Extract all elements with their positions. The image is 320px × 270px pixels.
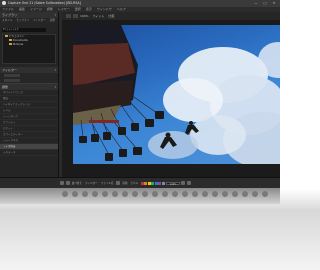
window-controls: — □ ✕	[252, 0, 278, 7]
adjust-header-label: 調整	[2, 85, 9, 89]
menu-layer[interactable]: レイヤー	[58, 7, 70, 11]
grid-view-icon[interactable]	[66, 14, 71, 18]
filter-search-input[interactable]	[4, 73, 20, 77]
rating-label: 評価	[122, 182, 128, 185]
folder-icon	[5, 35, 8, 37]
zoom-field[interactable]: 100%	[166, 181, 181, 186]
chevron-down-icon[interactable]: ▾	[54, 84, 56, 90]
photo-swing-ride	[73, 25, 280, 164]
filters-header-label: フィルター	[2, 68, 17, 72]
tab-adjust[interactable]: 調整	[50, 19, 55, 22]
menu-file[interactable]: ファイル	[2, 7, 14, 11]
rating-icon[interactable]	[116, 181, 121, 185]
settings-gear-icon[interactable]	[181, 181, 186, 185]
tab-filters[interactable]: フィルター	[33, 19, 46, 22]
library-header-label: ライブラリ	[2, 13, 18, 17]
sort-label[interactable]: 並べ替え	[72, 182, 82, 185]
application-window: Capture One 21 (Sabre Sulfonation) [BD-R…	[0, 0, 280, 188]
maximize-button[interactable]: □	[261, 0, 269, 7]
folder-label: Documents	[13, 39, 28, 42]
filter-label[interactable]: フィルター	[85, 182, 98, 185]
title-bar: Capture One 21 (Sabre Sulfonation) [BD-R…	[0, 0, 280, 7]
folder-browser: ドキュメント Documents Pictures	[2, 34, 56, 64]
color-chip[interactable]	[161, 181, 165, 185]
window-title: Capture One 21 (Sabre Sulfonation) [BD-R…	[8, 1, 81, 5]
folder-item[interactable]: Pictures	[3, 43, 55, 47]
image-viewer[interactable]	[62, 20, 280, 177]
zoom-100-button[interactable]: 100%	[80, 12, 89, 20]
menu-window[interactable]: ウィンドウ	[97, 7, 112, 11]
chevron-down-icon[interactable]: ▾	[54, 12, 56, 18]
folder-label: ドキュメント	[9, 35, 25, 38]
adjustment-list-item[interactable]: メタデータ	[0, 150, 58, 156]
left-status-bar	[0, 177, 58, 188]
folder-icon	[9, 43, 12, 45]
compare-button[interactable]: 比較	[108, 12, 114, 20]
fullscreen-icon[interactable]	[186, 181, 191, 185]
viewer-toolbar: 100% フィット 比較	[62, 12, 280, 20]
color-label-label: ラベル	[130, 182, 139, 185]
folder-path-field[interactable]: E:\フォト\スケ	[2, 28, 46, 32]
adjust-panel-header[interactable]: 調整 ▾	[0, 84, 58, 90]
minimize-button[interactable]: —	[252, 0, 260, 7]
single-view-icon[interactable]	[72, 14, 78, 18]
menu-select[interactable]: 選択	[75, 7, 81, 11]
browser-toolbar: 並べ替え フィルター ファイル名 評価 ラベル 100%	[58, 177, 280, 188]
library-tool-tabs: スタイル ライブラリ フィルター 調整	[0, 18, 58, 23]
tab-library[interactable]: ライブラリ	[16, 19, 29, 22]
menu-edit[interactable]: 編集	[19, 7, 25, 11]
filters-panel-header[interactable]: フィルター ▾	[0, 67, 58, 73]
menu-adjust[interactable]: 調整	[47, 7, 53, 11]
window-reflection	[0, 188, 280, 204]
tab-styles[interactable]: スタイル	[2, 19, 12, 22]
thumbnail-view-icon[interactable]	[60, 181, 64, 185]
chevron-down-icon[interactable]: ▾	[54, 67, 56, 73]
close-button[interactable]: ✕	[270, 0, 278, 7]
menu-help[interactable]: ヘルプ	[117, 7, 126, 11]
filename-label[interactable]: ファイル名	[101, 182, 114, 185]
menu-view[interactable]: 表示	[86, 7, 92, 11]
adjustment-list: ホワイトバランス 露出 ハイダイナミックレンジ レベル トーンカーブ クラリティ ビネットカ…	[0, 90, 58, 156]
folder-icon	[9, 39, 12, 41]
color-label-chips	[140, 181, 166, 185]
filter-field[interactable]	[4, 78, 20, 82]
app-logo-icon	[2, 1, 6, 5]
fit-button[interactable]: フィット	[92, 12, 104, 20]
library-panel-header[interactable]: ライブラリ ▾	[0, 12, 58, 18]
left-tool-panel: ライブラリ ▾ スタイル ライブラリ フィルター 調整 E:\フォト\スケ ドキ…	[0, 12, 58, 177]
list-view-icon[interactable]	[65, 181, 70, 185]
folder-label: Pictures	[13, 43, 24, 46]
menu-image[interactable]: イメージ	[30, 7, 42, 11]
